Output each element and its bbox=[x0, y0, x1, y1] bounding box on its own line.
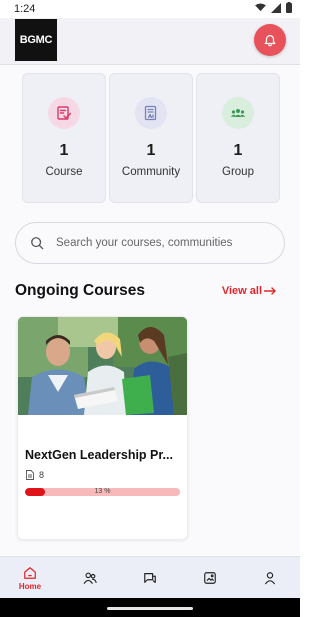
course-progress-text: 13 % bbox=[94, 488, 111, 495]
course-progress-bar: 13 % bbox=[25, 488, 180, 496]
group-count: 1 bbox=[233, 142, 243, 159]
document-icon bbox=[26, 470, 34, 480]
app-header: BGMC bbox=[0, 18, 300, 65]
course-label: Course bbox=[45, 166, 83, 178]
community-icon bbox=[144, 105, 157, 121]
home-indicator[interactable] bbox=[107, 607, 193, 610]
lesson-count: 8 bbox=[26, 470, 44, 480]
stat-card-course[interactable]: 1 Course bbox=[22, 73, 106, 203]
bell-icon bbox=[264, 35, 276, 47]
course-icon-badge bbox=[48, 97, 80, 129]
view-all-label: View all bbox=[221, 285, 262, 297]
signal-icon bbox=[271, 2, 281, 13]
status-icons bbox=[255, 2, 292, 13]
nav-home-label: Home bbox=[18, 581, 42, 591]
status-bar: 1:24 bbox=[0, 0, 300, 18]
community-label: Community bbox=[121, 166, 181, 178]
home-icon bbox=[24, 566, 36, 579]
battery-icon bbox=[286, 2, 292, 13]
main-content: 1 Course 1 Community 1 Group Search your… bbox=[0, 65, 300, 555]
course-icon bbox=[57, 106, 72, 120]
bottom-navigation: Home bbox=[0, 556, 300, 599]
status-time: 1:24 bbox=[14, 3, 36, 15]
search-bar[interactable] bbox=[15, 222, 285, 264]
stat-card-group[interactable]: 1 Group bbox=[196, 73, 280, 203]
nav-communities[interactable] bbox=[60, 557, 120, 599]
app-logo: BGMC bbox=[15, 19, 57, 61]
group-icon bbox=[230, 109, 246, 117]
nav-home[interactable]: Home bbox=[0, 557, 60, 599]
search-icon bbox=[31, 237, 44, 250]
view-all-link[interactable]: View all bbox=[222, 285, 276, 297]
people-icon bbox=[83, 572, 97, 584]
nav-chat[interactable] bbox=[120, 557, 180, 599]
lesson-count-value: 8 bbox=[39, 470, 45, 480]
image-icon bbox=[204, 572, 216, 584]
course-card[interactable]: NextGen Leadership Pr... 8 13 % bbox=[17, 316, 188, 540]
profile-icon bbox=[265, 572, 275, 585]
course-thumbnail bbox=[18, 317, 187, 415]
group-icon-badge bbox=[222, 97, 254, 129]
course-title: NextGen Leadership Pr... bbox=[25, 448, 173, 462]
stat-card-community[interactable]: 1 Community bbox=[109, 73, 193, 203]
nav-profile[interactable] bbox=[240, 557, 300, 599]
community-count: 1 bbox=[146, 142, 156, 159]
notifications-button[interactable] bbox=[254, 24, 286, 56]
course-count: 1 bbox=[59, 142, 69, 159]
nav-media[interactable] bbox=[180, 557, 240, 599]
chat-icon bbox=[144, 573, 156, 583]
community-icon-badge bbox=[135, 97, 167, 129]
ongoing-courses-title: Ongoing Courses bbox=[15, 282, 146, 299]
arrow-right-icon bbox=[264, 287, 276, 295]
search-input[interactable] bbox=[54, 236, 268, 250]
wifi-icon bbox=[255, 3, 266, 12]
group-label: Group bbox=[222, 166, 254, 178]
